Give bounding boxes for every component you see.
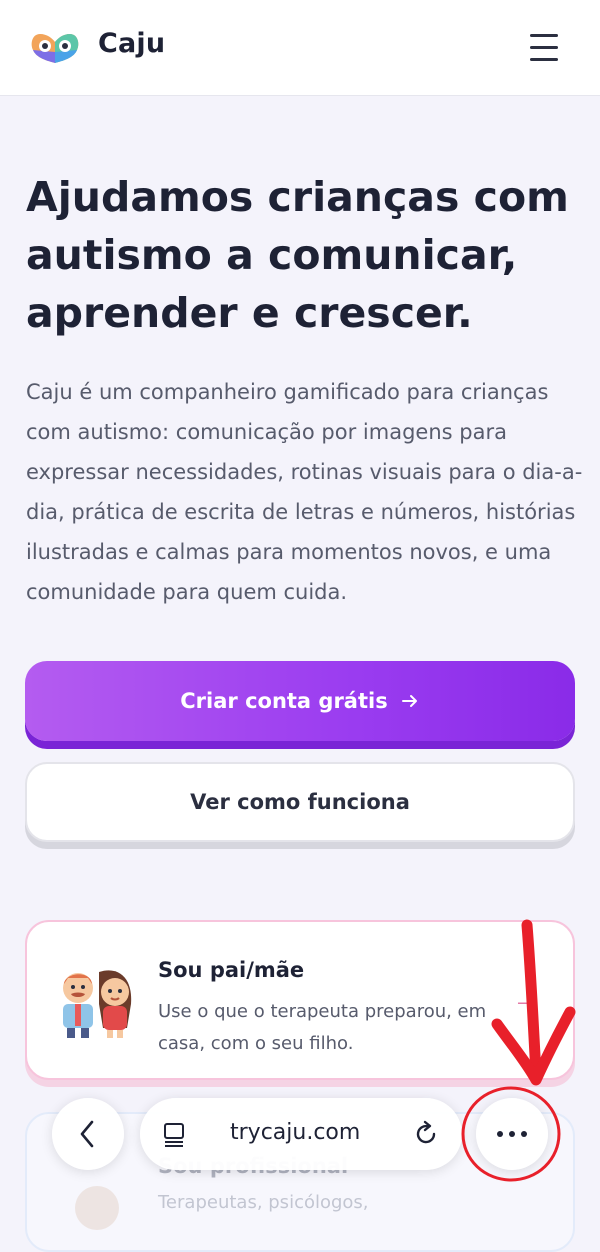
- back-button[interactable]: [52, 1098, 124, 1170]
- reload-icon[interactable]: [412, 1120, 440, 1148]
- hamburger-menu-icon[interactable]: [524, 30, 564, 66]
- address-bar[interactable]: trycaju.com: [140, 1098, 462, 1170]
- parent-card[interactable]: Sou pai/mãe Use o que o terapeuta prepar…: [25, 920, 575, 1080]
- card-arrow-icon: —: [517, 990, 537, 1014]
- parents-illustration-icon: [63, 970, 132, 1038]
- more-options-icon[interactable]: [476, 1098, 548, 1170]
- browser-toolbar: trycaju.com: [0, 1098, 600, 1174]
- site-header: Caju: [0, 0, 600, 96]
- professional-avatar: [75, 1186, 119, 1230]
- professional-card-description: Terapeutas, psicólogos,: [158, 1192, 369, 1213]
- create-account-button[interactable]: Criar conta grátis: [25, 661, 575, 741]
- hero-title: Ajudamos crianças com autismo a comunica…: [26, 173, 569, 337]
- see-how-it-works-label: Ver como funciona: [190, 790, 410, 814]
- caju-logo-icon[interactable]: [30, 30, 80, 64]
- hero-description: Caju é um companheiro gamificado para cr…: [26, 380, 583, 604]
- parent-card-description: Use o que o terapeuta preparou, em casa,…: [158, 1001, 487, 1054]
- brand-name[interactable]: Caju: [98, 28, 165, 59]
- create-account-label: Criar conta grátis: [180, 689, 388, 713]
- chevron-left-icon: [80, 1120, 94, 1148]
- tab-overview-icon[interactable]: [162, 1121, 188, 1147]
- see-how-it-works-button[interactable]: Ver como funciona: [25, 762, 575, 842]
- url-text[interactable]: trycaju.com: [230, 1120, 360, 1145]
- arrow-right-icon: [401, 695, 417, 707]
- parent-card-title: Sou pai/mãe: [158, 958, 305, 982]
